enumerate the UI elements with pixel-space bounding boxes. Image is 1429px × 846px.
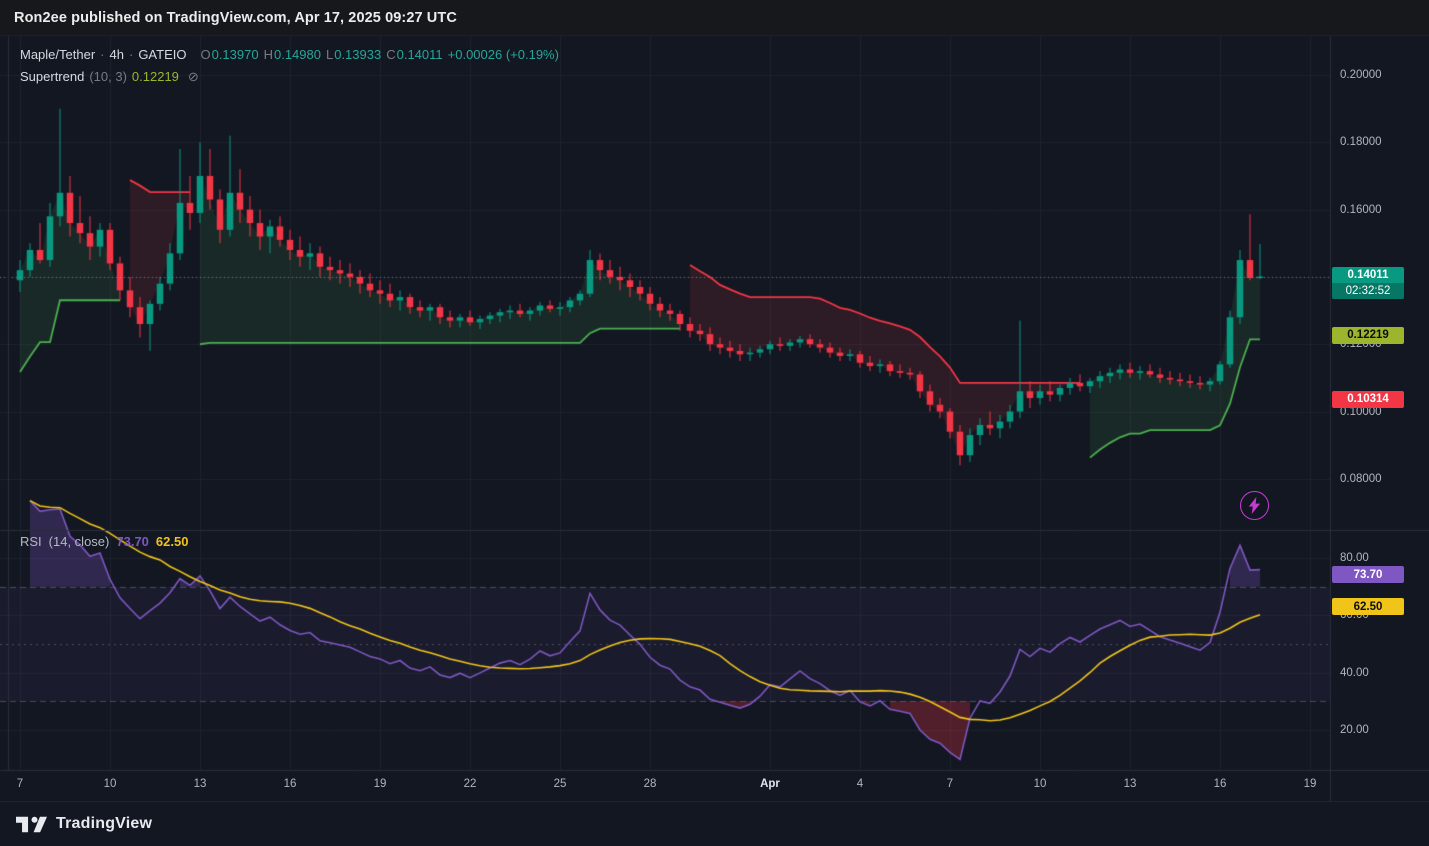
price-scale-label: 0.18000 xyxy=(1340,136,1382,148)
exchange-name: GATEIO xyxy=(138,45,186,65)
time-axis-label: 4 xyxy=(857,778,863,790)
indicator-name[interactable]: Supertrend xyxy=(20,67,84,87)
rsi-ma-value-badge: 62.50 xyxy=(1332,598,1404,615)
time-axis-label: 22 xyxy=(464,778,477,790)
rsi-value: 73.70 xyxy=(116,534,149,549)
time-axis-label: 28 xyxy=(644,778,657,790)
rsi-scale-label: 40.00 xyxy=(1340,667,1369,679)
brand-name[interactable]: TradingView xyxy=(56,815,152,833)
time-axis-label: 7 xyxy=(947,778,953,790)
close-value: 0.14011 xyxy=(397,45,443,65)
chart-legend: Maple/Tether · 4h · GATEIO O0.13970 H0.1… xyxy=(20,45,559,89)
time-axis-label: 10 xyxy=(1034,778,1047,790)
rsi-legend[interactable]: RSI (14, close) 73.70 62.50 xyxy=(20,534,188,549)
time-axis-label: 19 xyxy=(374,778,387,790)
current-price-value: 0.14011 xyxy=(1332,267,1404,283)
publish-text: Ron2ee published on TradingView.com, Apr… xyxy=(14,10,457,26)
time-axis-label: 16 xyxy=(284,778,297,790)
time-axis-label: 10 xyxy=(104,778,117,790)
price-scale-label: 0.16000 xyxy=(1340,204,1382,216)
time-axis-label: 19 xyxy=(1304,778,1317,790)
high-label: H xyxy=(264,45,273,65)
tradingview-logo-icon[interactable] xyxy=(16,813,47,836)
close-label: C xyxy=(386,45,395,65)
rsi-scale-label: 80.00 xyxy=(1340,552,1369,564)
price-scale-label: 0.20000 xyxy=(1340,69,1382,81)
interval[interactable]: 4h xyxy=(110,45,124,65)
rsi-name[interactable]: RSI xyxy=(20,534,42,549)
publish-bar: Ron2ee published on TradingView.com, Apr… xyxy=(0,0,1429,36)
time-axis-label: 7 xyxy=(17,778,23,790)
lightning-bolt-icon xyxy=(1247,497,1262,514)
rsi-params: (14, close) xyxy=(49,534,110,549)
supertrend-value: 0.12219 xyxy=(132,67,179,87)
tradingview-snapshot: Ron2ee published on TradingView.com, Apr… xyxy=(0,0,1429,846)
disable-indicator-icon[interactable]: ⊘ xyxy=(188,67,199,87)
time-axis-label: Apr xyxy=(760,778,780,790)
low-value: 0.13933 xyxy=(334,45,381,65)
time-axis-label: 16 xyxy=(1214,778,1227,790)
supertrend-stop-badge: 0.10314 xyxy=(1332,391,1404,408)
open-value: 0.13970 xyxy=(212,45,259,65)
separator: · xyxy=(100,45,104,65)
separator: · xyxy=(129,45,133,65)
price-chart-canvas[interactable] xyxy=(0,36,1429,801)
rsi-ma-value: 62.50 xyxy=(156,534,189,549)
low-label: L xyxy=(326,45,333,65)
footer-bar: TradingView xyxy=(0,801,1429,846)
quick-trade-button[interactable] xyxy=(1240,491,1269,520)
rsi-scale-label: 20.00 xyxy=(1340,724,1369,736)
time-axis-label: 13 xyxy=(194,778,207,790)
symbol-row[interactable]: Maple/Tether · 4h · GATEIO O0.13970 H0.1… xyxy=(20,45,559,65)
rsi-value-badge: 73.70 xyxy=(1332,566,1404,583)
time-axis-label: 13 xyxy=(1124,778,1137,790)
bar-countdown: 02:32:52 xyxy=(1332,283,1404,299)
change-value: +0.00026 (+0.19%) xyxy=(448,45,559,65)
open-label: O xyxy=(200,45,210,65)
high-value: 0.14980 xyxy=(274,45,321,65)
indicator-params: (10, 3) xyxy=(89,67,127,87)
price-scale-label: 0.08000 xyxy=(1340,473,1382,485)
symbol-name[interactable]: Maple/Tether xyxy=(20,45,95,65)
supertrend-row[interactable]: Supertrend (10, 3) 0.12219 ⊘ xyxy=(20,67,559,87)
current-price-badge: 0.14011 02:32:52 xyxy=(1332,267,1404,299)
supertrend-price-badge: 0.12219 xyxy=(1332,327,1404,344)
time-axis-label: 25 xyxy=(554,778,567,790)
